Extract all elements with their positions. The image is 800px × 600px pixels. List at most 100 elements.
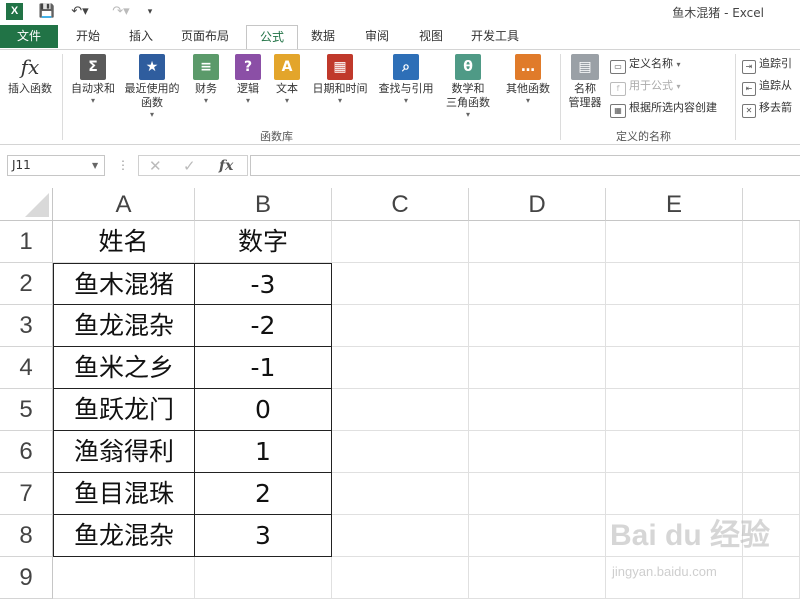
cell[interactable] [743,473,800,515]
trace-precedents-button[interactable]: ⇥ 追踪引 [742,56,792,74]
cell[interactable] [606,305,743,347]
row-header-4[interactable]: 4 [0,347,53,389]
chevron-down-icon[interactable]: ▼ [92,161,98,170]
row-header-5[interactable]: 5 [0,389,53,431]
create-from-selection-button[interactable]: ▦ 根据所选内容创建 [610,100,717,118]
table-cell[interactable]: -3 [195,263,332,305]
row-header-2[interactable]: 2 [0,263,53,305]
formula-input[interactable] [250,155,800,176]
table-cell[interactable]: -2 [195,305,332,347]
function-library-button-4[interactable]: A 文本 ▾ [270,54,304,106]
tab-developer[interactable]: 开发工具 [462,25,528,48]
cell[interactable] [332,305,469,347]
name-box[interactable]: J11 [7,155,105,176]
cell[interactable] [606,263,743,305]
cell[interactable] [332,431,469,473]
row-header-8[interactable]: 8 [0,515,53,557]
define-name-button[interactable]: ▭ 定义名称 ▾ [610,56,681,74]
function-library-button-3[interactable]: ? 逻辑 ▾ [230,54,266,106]
cell[interactable] [332,347,469,389]
table-cell[interactable]: -1 [195,347,332,389]
column-header-b[interactable]: B [195,188,332,221]
cell[interactable] [469,557,606,599]
table-cell[interactable]: 鱼龙混杂 [53,305,195,347]
remove-arrows-button[interactable]: ✕ 移去箭 [742,100,792,118]
column-header-e[interactable]: E [606,188,743,221]
cell[interactable] [332,557,469,599]
cell[interactable] [195,557,332,599]
table-cell[interactable]: 鱼木混猪 [53,263,195,305]
cell[interactable] [332,221,469,263]
tab-data[interactable]: 数据 [302,25,344,48]
customize-toolbar-icon[interactable]: ▾ [144,3,156,21]
cell[interactable] [606,389,743,431]
row-header-9[interactable]: 9 [0,557,53,599]
column-header-d[interactable]: D [469,188,606,221]
use-in-formula-button[interactable]: f 用于公式 ▾ [610,78,681,96]
tab-page-layout[interactable]: 页面布局 [172,25,238,48]
tab-review[interactable]: 审阅 [356,25,398,48]
cell[interactable] [469,305,606,347]
cell[interactable] [332,263,469,305]
function-library-button-2[interactable]: ≡ 财务 ▾ [186,54,226,106]
column-header-a[interactable]: A [53,188,195,221]
cell[interactable] [469,347,606,389]
function-library-button-0[interactable]: Σ 自动求和 ▾ [66,54,120,106]
cell[interactable] [606,347,743,389]
cell[interactable] [743,347,800,389]
table-cell[interactable]: 0 [195,389,332,431]
cell[interactable] [743,431,800,473]
trace-dependents-button[interactable]: ⇤ 追踪从 [742,78,792,96]
cell[interactable] [469,431,606,473]
cell[interactable] [743,221,800,263]
row-header-6[interactable]: 6 [0,431,53,473]
function-library-button-7[interactable]: θ 数学和 三角函数 ▾ [440,54,496,120]
function-library-button-6[interactable]: ⌕ 查找与引用 ▾ [374,54,438,106]
insert-function-button[interactable]: fx 插入函数 [4,54,56,96]
cell[interactable] [743,305,800,347]
cell[interactable] [332,473,469,515]
save-icon[interactable]: 💾 [38,3,56,21]
table-cell[interactable]: 鱼米之乡 [53,347,195,389]
table-cell[interactable]: 鱼目混珠 [53,473,195,515]
table-cell[interactable]: 1 [195,431,332,473]
cell[interactable] [743,557,800,599]
cell[interactable] [606,431,743,473]
tab-home[interactable]: 开始 [68,25,108,48]
row-header-3[interactable]: 3 [0,305,53,347]
cell[interactable] [332,389,469,431]
cell[interactable] [469,515,606,557]
row-header-7[interactable]: 7 [0,473,53,515]
cell[interactable] [53,557,195,599]
table-cell[interactable]: 鱼龙混杂 [53,515,195,557]
tab-insert[interactable]: 插入 [120,25,162,48]
resize-handle-icon[interactable]: ⋮ [117,158,129,172]
table-cell[interactable]: 鱼跃龙门 [53,389,195,431]
table-header-cell[interactable]: 姓名 [53,221,195,263]
table-cell[interactable]: 3 [195,515,332,557]
cell[interactable] [469,221,606,263]
redo-icon[interactable]: ↷▾ [106,3,136,21]
row-header-1[interactable]: 1 [0,221,53,263]
cell[interactable] [606,221,743,263]
cell[interactable] [606,473,743,515]
cell[interactable] [743,389,800,431]
function-library-button-8[interactable]: … 其他函数 ▾ [500,54,556,106]
tab-view[interactable]: 视图 [410,25,452,48]
function-library-button-1[interactable]: ★ 最近使用的 函数 ▾ [120,54,184,120]
cell[interactable] [743,263,800,305]
column-header-partial[interactable] [743,188,800,221]
table-cell[interactable]: 2 [195,473,332,515]
function-library-button-5[interactable]: ▦ 日期和时间 ▾ [308,54,372,106]
column-header-c[interactable]: C [332,188,469,221]
tab-file[interactable]: 文件 [0,25,58,48]
cell[interactable] [469,389,606,431]
insert-function-icon[interactable]: fx [219,157,233,175]
undo-icon[interactable]: ↶▾ [66,3,94,21]
cell[interactable] [469,263,606,305]
name-manager-button[interactable]: ▤ 名称 管理器 [564,54,606,110]
cell[interactable] [332,515,469,557]
table-header-cell[interactable]: 数字 [195,221,332,263]
tab-formulas[interactable]: 公式 [246,25,298,50]
select-all-corner[interactable] [0,188,53,221]
